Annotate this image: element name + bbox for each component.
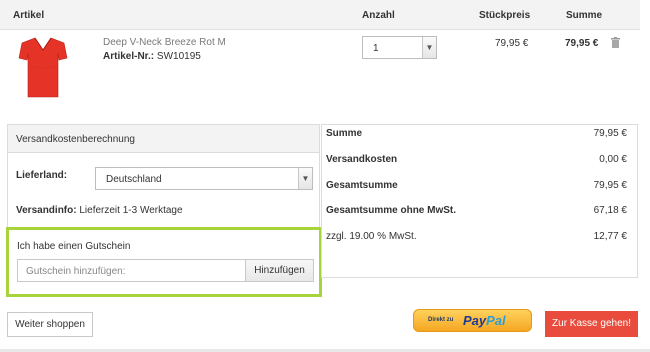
header-article: Artikel <box>13 10 45 21</box>
quantity-select[interactable]: 1 ▼ <box>362 36 437 59</box>
summary-panel <box>321 124 638 278</box>
shipping-info-text: Lieferzeit 1-3 Werktage <box>79 205 183 216</box>
voucher-input[interactable]: Gutschein hinzufügen: <box>17 259 246 282</box>
paypal-logo: PayPal <box>463 313 506 328</box>
paypal-checkout-button[interactable]: Direkt zu PayPal <box>413 309 532 332</box>
summary-value-shipping: 0,00 € <box>599 154 627 165</box>
summary-value-net: 67,18 € <box>593 205 627 216</box>
header-quantity: Anzahl <box>362 10 395 21</box>
voucher-label: Ich habe einen Gutschein <box>17 241 131 252</box>
table-header <box>0 0 640 30</box>
chevron-down-icon: ▼ <box>422 37 436 58</box>
chevron-down-icon: ▼ <box>298 168 312 189</box>
unit-price: 79,95 € <box>495 38 529 49</box>
summary-label-tax: zzgl. 19.00 % MwSt. <box>326 231 417 242</box>
trash-icon[interactable] <box>611 37 620 48</box>
summary-label-subtotal: Summe <box>326 128 363 139</box>
line-sum: 79,95 € <box>565 38 599 49</box>
country-select[interactable]: Deutschland ▼ <box>95 167 313 190</box>
summary-value-total: 79,95 € <box>593 180 627 191</box>
header-unit-price: Stückpreis <box>479 10 531 21</box>
tshirt-icon <box>18 37 68 98</box>
article-number-value: SW10195 <box>156 51 201 62</box>
paypal-logo-pal: Pal <box>486 313 506 328</box>
continue-shopping-button[interactable]: Weiter shoppen <box>7 312 93 337</box>
summary-value-subtotal: 79,95 € <box>593 128 627 139</box>
shipping-info-label: Versandinfo: <box>16 205 77 216</box>
add-voucher-button[interactable]: Hinzufügen <box>245 259 314 282</box>
shipping-title: Versandkostenberechnung <box>16 134 135 145</box>
product-image[interactable] <box>18 36 68 100</box>
country-value: Deutschland <box>106 174 162 185</box>
paypal-logo-pay: Pay <box>463 313 487 328</box>
product-name-link[interactable]: Deep V-Neck Breeze Rot M <box>103 37 226 48</box>
article-number-label: Artikel-Nr.: <box>103 51 155 62</box>
voucher-placeholder: Gutschein hinzufügen: <box>26 266 126 277</box>
product-article-number: Artikel-Nr.: SW10195 <box>103 51 201 62</box>
quantity-value: 1 <box>373 43 379 54</box>
header-sum: Summe <box>566 10 603 21</box>
shipping-info: Versandinfo: Lieferzeit 1-3 Werktage <box>16 205 183 216</box>
checkout-button[interactable]: Zur Kasse gehen! <box>545 311 638 337</box>
summary-label-total: Gesamtsumme <box>326 180 398 191</box>
country-label: Lieferland: <box>16 170 68 181</box>
summary-label-net: Gesamtsumme ohne MwSt. <box>326 205 457 216</box>
summary-label-shipping: Versandkosten <box>326 154 398 165</box>
paypal-prefix: Direkt zu <box>428 317 454 323</box>
summary-value-tax: 12,77 € <box>593 231 627 242</box>
